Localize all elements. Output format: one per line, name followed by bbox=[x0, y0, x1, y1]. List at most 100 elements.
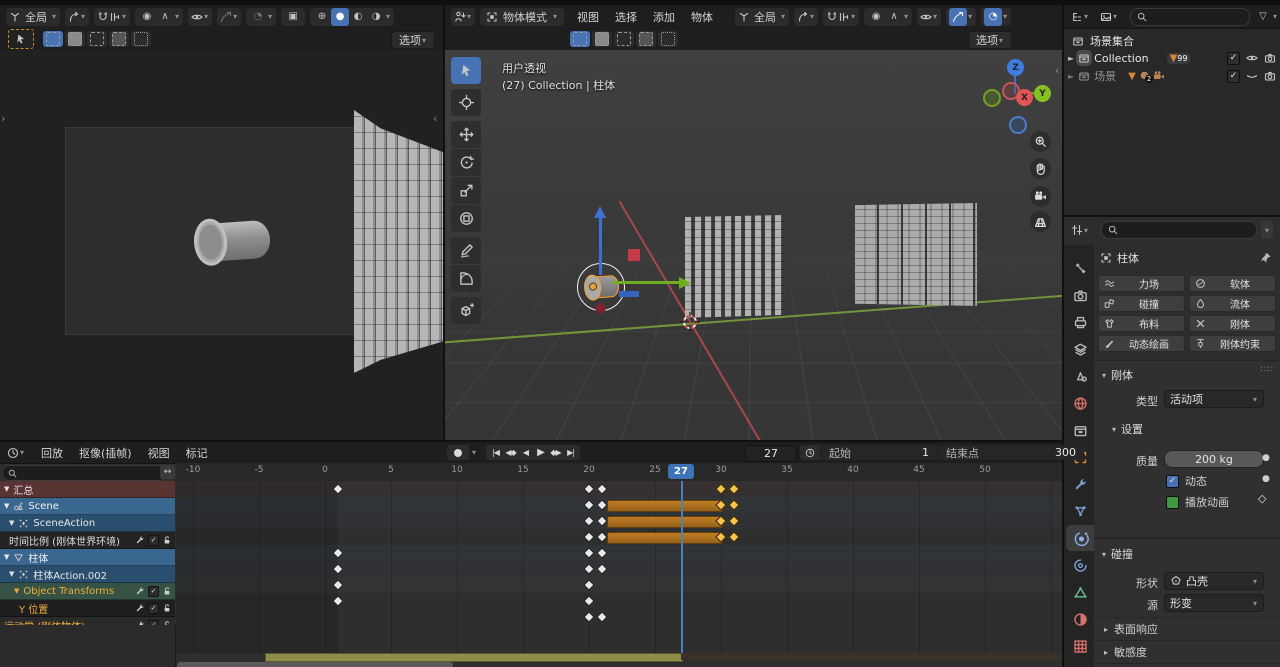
nav-axis-neg-y[interactable] bbox=[983, 89, 1001, 107]
region-collapse-arrow[interactable]: ‹ bbox=[433, 112, 437, 125]
selected-key-range-bar[interactable] bbox=[607, 500, 723, 512]
viewport-menu-item[interactable]: 物体 bbox=[683, 9, 721, 25]
outliner-search-input[interactable] bbox=[1130, 7, 1250, 26]
use-preview-range-button[interactable] bbox=[800, 445, 820, 460]
playhead-line[interactable] bbox=[681, 481, 683, 661]
snap-target-dropdown[interactable]: ▾ bbox=[94, 7, 131, 26]
gizmo-z-arrow[interactable] bbox=[598, 217, 602, 275]
rotate-tool[interactable] bbox=[451, 149, 481, 176]
timeline-menu-item[interactable]: 回放 bbox=[33, 445, 71, 461]
add-cube-tool[interactable] bbox=[451, 297, 481, 324]
expander-icon[interactable]: ▼ bbox=[4, 553, 9, 561]
expander-icon[interactable]: ▼ bbox=[9, 519, 14, 527]
viewport-menu-item[interactable]: 添加 bbox=[645, 9, 683, 25]
tab-modifiers[interactable] bbox=[1066, 471, 1094, 497]
keyframe[interactable] bbox=[583, 595, 595, 607]
keyframe-area[interactable] bbox=[176, 481, 1062, 653]
select-mode-subtract[interactable] bbox=[87, 30, 107, 47]
gizmo-plane-handle-blue[interactable] bbox=[619, 291, 639, 297]
select-mode-subtract[interactable] bbox=[614, 30, 634, 47]
camera-restrict-icon[interactable] bbox=[1264, 70, 1276, 82]
next-keyframe-button[interactable]: ◆▶ bbox=[548, 445, 563, 460]
channel-row[interactable]: ▼ 汇总 bbox=[0, 481, 175, 498]
collapsed-section-2[interactable]: ▸集合 bbox=[1094, 663, 1280, 667]
camera-view-button[interactable] bbox=[1030, 186, 1051, 207]
select-box-tool[interactable] bbox=[451, 57, 481, 84]
transform-orientation-dropdown[interactable]: 全局 ▾ bbox=[735, 7, 790, 26]
channel-row[interactable]: ▼ 柱体 bbox=[0, 549, 175, 566]
wireframe-shading-icon[interactable]: ⊕ bbox=[313, 8, 331, 26]
physics-button-constraintpin[interactable]: 刚体约束 bbox=[1189, 335, 1276, 352]
camera-view-panel[interactable]: › ‹ bbox=[0, 50, 443, 440]
gizmo-plane-handle-red[interactable] bbox=[628, 249, 640, 261]
timeline-menu-item[interactable]: 抠像(插帧) bbox=[71, 445, 140, 461]
editor-type-dropdown[interactable]: ▾ bbox=[451, 7, 476, 26]
tab-object-data[interactable] bbox=[1066, 579, 1094, 605]
select-mode-invert[interactable] bbox=[109, 30, 129, 47]
editor-type-dropdown[interactable]: ▾ bbox=[1068, 221, 1092, 239]
nav-axis-y[interactable]: Y bbox=[1034, 85, 1051, 102]
physics-button-forcefield[interactable]: 力场 bbox=[1098, 275, 1185, 292]
expander-icon[interactable]: ▼ bbox=[14, 587, 19, 595]
tab-material[interactable] bbox=[1066, 606, 1094, 632]
select-mode-extend[interactable] bbox=[592, 30, 612, 47]
move-tool[interactable] bbox=[451, 121, 481, 148]
lock-icon[interactable] bbox=[162, 535, 172, 545]
cursor-tool[interactable] bbox=[451, 89, 481, 116]
nav-axis-neg-z[interactable] bbox=[1009, 116, 1027, 134]
falloff-curve-icon[interactable]: ∧ bbox=[156, 8, 174, 26]
rendered-shading-icon[interactable]: ◑ bbox=[367, 8, 385, 26]
collapsed-section-1[interactable]: ▸ 敏感度 bbox=[1094, 640, 1280, 663]
select-mode-invert[interactable] bbox=[636, 30, 656, 47]
filter-dropdown[interactable]: ▾ bbox=[1260, 221, 1273, 239]
jump-to-start-button[interactable]: |◀ bbox=[488, 445, 503, 460]
transform-tool[interactable] bbox=[451, 205, 481, 232]
snap-toggle-button[interactable]: ▾ bbox=[65, 7, 90, 26]
grip-dots-icon[interactable]: ∷∷ bbox=[1261, 365, 1274, 375]
channel-filter-button[interactable]: ↔ bbox=[160, 465, 175, 479]
auto-key-dropdown[interactable]: ▾ bbox=[471, 448, 477, 457]
pan-button[interactable] bbox=[1030, 158, 1051, 179]
visibility-dropdown[interactable]: ▾ bbox=[917, 7, 942, 26]
channel-enable-checkbox[interactable]: ✓ bbox=[148, 602, 159, 614]
lock-icon[interactable] bbox=[162, 586, 172, 596]
nav-axis-z[interactable]: Z bbox=[1007, 59, 1024, 76]
wrench-icon[interactable] bbox=[135, 603, 145, 613]
tab-view-layer[interactable] bbox=[1066, 336, 1094, 362]
options-button[interactable]: 选项 ▾ bbox=[967, 31, 1012, 49]
mode-dropdown[interactable]: 物体模式 ▾ bbox=[480, 7, 565, 26]
current-frame-field[interactable]: 27 bbox=[745, 445, 797, 462]
timeline-menu-item[interactable]: 标记 bbox=[178, 445, 216, 461]
keyframe[interactable] bbox=[596, 611, 608, 623]
lock-icon[interactable] bbox=[162, 603, 172, 613]
select-mode-intersect[interactable] bbox=[131, 30, 151, 47]
start-frame-field[interactable]: 起始 1 bbox=[821, 445, 937, 460]
selected-cylinder[interactable] bbox=[583, 273, 620, 302]
channel-row[interactable]: ▼ 柱体Action.002 bbox=[0, 566, 175, 583]
keyframe[interactable] bbox=[583, 611, 595, 623]
play-button[interactable]: ▶ bbox=[533, 445, 548, 460]
tab-collection[interactable] bbox=[1066, 417, 1094, 443]
snap-toggle-button[interactable]: ▾ bbox=[794, 7, 819, 26]
play-reverse-button[interactable]: ◀ bbox=[518, 445, 533, 460]
wrench-icon[interactable] bbox=[135, 535, 145, 545]
scene-checkbox[interactable]: ✓ bbox=[1227, 69, 1240, 83]
eye-icon[interactable] bbox=[1246, 52, 1258, 64]
editor-type-dropdown[interactable]: ▾ bbox=[4, 444, 28, 462]
channel-row[interactable]: Y 位置 ✓ bbox=[0, 600, 175, 617]
expander-icon[interactable]: ► bbox=[1068, 72, 1074, 81]
measure-tool[interactable] bbox=[451, 265, 481, 292]
expander-icon[interactable]: ▼ bbox=[4, 485, 9, 493]
options-button[interactable]: 选项 ▾ bbox=[390, 31, 435, 49]
wrench-icon[interactable] bbox=[135, 586, 145, 596]
tab-physics[interactable] bbox=[1066, 525, 1096, 551]
proportional-editing-icon[interactable]: ◉ bbox=[138, 8, 156, 26]
eye-closed-icon[interactable] bbox=[1246, 70, 1258, 82]
viewport-menu-item[interactable]: 选择 bbox=[607, 9, 645, 25]
timeline-ruler[interactable]: -10 -5 0 5 10 15 20 25 30 35 40 45 50 bbox=[176, 463, 1062, 482]
physics-button-cloth[interactable]: 布料 bbox=[1098, 315, 1185, 332]
proportional-editing-icon[interactable]: ◉ bbox=[867, 8, 885, 26]
physics-button-softbody[interactable]: 软体 bbox=[1189, 275, 1276, 292]
keyframe-diamond-icon[interactable]: ◇ bbox=[1258, 492, 1266, 505]
motion-path-dropdown[interactable]: ▾ bbox=[217, 7, 242, 26]
